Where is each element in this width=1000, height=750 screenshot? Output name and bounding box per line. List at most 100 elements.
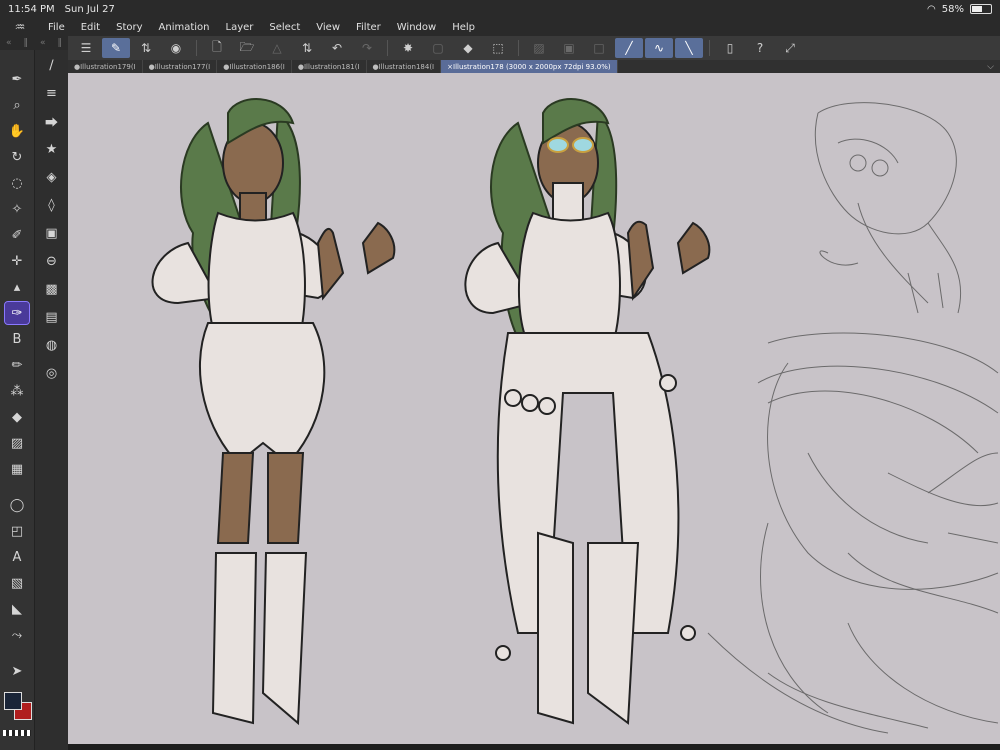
rotate-icon[interactable]: ↻ [5, 146, 29, 168]
menu-file[interactable]: File [40, 22, 73, 33]
palette-bar: ∕ ≡ ⮕ ★ ◈ ◊ ▣ ⊖ ▩ ▤ ◍ ◎ [34, 50, 68, 750]
save-icon[interactable]: △ [263, 38, 291, 58]
status-bar: 11:54 PM Sun Jul 27 ◠ 58% [0, 0, 1000, 18]
document-tab[interactable]: ● Illustration184(I [367, 60, 442, 73]
blend-icon[interactable]: B [5, 328, 29, 350]
brush-size-icon[interactable]: ∕ [40, 54, 64, 76]
collapse-icon[interactable]: « [40, 38, 46, 48]
airbrush-icon[interactable]: ⁂ [5, 380, 29, 402]
document-tab[interactable]: ● Illustration177(I [143, 60, 218, 73]
stabilizer-icon[interactable]: ╱ [615, 38, 643, 58]
gradient-icon[interactable]: ▧ [5, 572, 29, 594]
battery-icon [970, 4, 992, 14]
move-icon[interactable]: ✛ [5, 250, 29, 272]
bucket-icon[interactable]: ◆ [5, 406, 29, 428]
navigator-icon[interactable]: ⮕ [40, 110, 64, 132]
tool-bar: ✒ ⌕ ✋ ↻ ◌ ✧ ✐ ✛ ▴ ✑ B ✏ ⁂ ◆ ▨ ▦ ◯ ◰ A ▧ ◣ ⤳ ➤ [0, 50, 34, 750]
transform-icon[interactable]: ⬚ [484, 38, 512, 58]
record-icon[interactable]: ◉ [162, 38, 190, 58]
pen-icon[interactable]: ✑ [4, 301, 30, 325]
stepper-icon[interactable]: ⇅ [132, 38, 160, 58]
divider [709, 40, 710, 56]
layer-icon[interactable]: ◈ [40, 166, 64, 188]
color-swatches [2, 692, 32, 722]
document-tab[interactable]: ● Illustration181(I [292, 60, 367, 73]
menu-select[interactable]: Select [261, 22, 308, 33]
search-icon[interactable]: ⊖ [40, 250, 64, 272]
color-slider-icon[interactable]: ▤ [40, 306, 64, 328]
tab-label: Illustration179(I [80, 62, 136, 71]
pen-nib-icon[interactable]: ✒ [5, 68, 29, 90]
grip-icon[interactable]: ‖ [57, 38, 62, 48]
history-icon[interactable]: ◎ [40, 362, 64, 384]
document-tab[interactable]: ● Illustration186(I [217, 60, 292, 73]
eraser-icon[interactable]: ▨ [5, 432, 29, 454]
grip-icon[interactable]: ‖ [23, 38, 28, 48]
tool-property-icon[interactable]: ≡ [40, 82, 64, 104]
main-color-swatch[interactable] [4, 692, 22, 710]
menu-layer[interactable]: Layer [218, 22, 262, 33]
brush-curve-icon[interactable]: ∿ [645, 38, 673, 58]
crop-icon[interactable]: ▨ [525, 38, 553, 58]
magic-wand-icon[interactable]: ✧ [5, 198, 29, 220]
document-tab[interactable]: ● Illustration179(I [68, 60, 143, 73]
fill-tool-icon[interactable]: ▴ [5, 276, 29, 298]
undo-icon[interactable]: ↶ [323, 38, 351, 58]
figure-left [151, 98, 396, 726]
help-icon[interactable]: ? [746, 38, 774, 58]
menu-icon[interactable]: ☰ [72, 38, 100, 58]
zoom-icon[interactable]: ⌕ [5, 94, 29, 116]
color-wheel-icon[interactable]: ▩ [40, 278, 64, 300]
selection-icon[interactable]: □ [585, 38, 613, 58]
transparent-color-swatch[interactable] [3, 730, 31, 736]
pencil-icon[interactable]: ✏ [5, 354, 29, 376]
material-icon[interactable]: ★ [40, 138, 64, 160]
menu-window[interactable]: Window [389, 22, 444, 33]
command-bar: ☰ ✎ ⇅ ◉ 🗋 🗁 △ ⇅ ↶ ↷ ✸ ▢ ◆ ⬚ ▨ ▣ □ ╱ ∿ ╲ … [68, 36, 1000, 60]
fill-icon[interactable]: ◆ [454, 38, 482, 58]
tab-label: Illustration181(I [303, 62, 360, 71]
deselect-icon[interactable]: ✸ [394, 38, 422, 58]
menu-animation[interactable]: Animation [151, 22, 218, 33]
ruler-icon[interactable]: ◰ [5, 520, 29, 542]
edit-mode-icon[interactable]: ✎ [102, 38, 130, 58]
collapse-icon[interactable]: « [6, 38, 12, 48]
correction-icon[interactable]: ⤳ [5, 624, 29, 646]
app-logo-icon[interactable]: ♒ [0, 20, 40, 34]
bottom-edge [68, 744, 1000, 750]
hand-icon[interactable]: ✋ [5, 120, 29, 142]
clear-icon[interactable]: ▢ [424, 38, 452, 58]
lasso-icon[interactable]: ◌ [5, 172, 29, 194]
select-object-icon[interactable]: ➤ [5, 660, 29, 682]
pressure-icon[interactable]: ╲ [675, 38, 703, 58]
menu-filter[interactable]: Filter [348, 22, 389, 33]
stepper-icon[interactable]: ⇅ [293, 38, 321, 58]
shape-icon[interactable]: ◣ [5, 598, 29, 620]
document-tab[interactable]: × Illustration178 (3000 x 2000px 72dpi 9… [441, 60, 618, 73]
frame-icon[interactable]: ▦ [5, 458, 29, 480]
menu-edit[interactable]: Edit [73, 22, 108, 33]
new-file-icon[interactable]: 🗋 [203, 38, 231, 58]
fullscreen-icon[interactable]: ⤢ [776, 38, 804, 58]
invert-selection-icon[interactable]: ▣ [555, 38, 583, 58]
layer-property-icon[interactable]: ◊ [40, 194, 64, 216]
sub-view-icon[interactable]: ▣ [40, 222, 64, 244]
open-folder-icon[interactable]: 🗁 [233, 38, 261, 58]
circle-icon[interactable]: ◯ [5, 494, 29, 516]
drawing-canvas[interactable] [68, 73, 1000, 744]
tab-label: Illustration177(I [154, 62, 211, 71]
wifi-icon: ◠ [927, 3, 936, 15]
status-date: Sun Jul 27 [64, 3, 115, 15]
divider [196, 40, 197, 56]
menu-view[interactable]: View [308, 22, 348, 33]
text-icon[interactable]: A [5, 546, 29, 568]
menu-help[interactable]: Help [444, 22, 483, 33]
color-set-icon[interactable]: ◍ [40, 334, 64, 356]
redo-icon[interactable]: ↷ [353, 38, 381, 58]
menu-bar: ♒ File Edit Story Animation Layer Select View F… [0, 18, 1000, 36]
menu-story[interactable]: Story [108, 22, 150, 33]
tab-overflow-icon[interactable]: ⌵ [981, 60, 1000, 73]
tab-label: Illustration178 (3000 x 2000px 72dpi 93.… [453, 62, 611, 71]
device-icon[interactable]: ▯ [716, 38, 744, 58]
eyedropper-icon[interactable]: ✐ [5, 224, 29, 246]
